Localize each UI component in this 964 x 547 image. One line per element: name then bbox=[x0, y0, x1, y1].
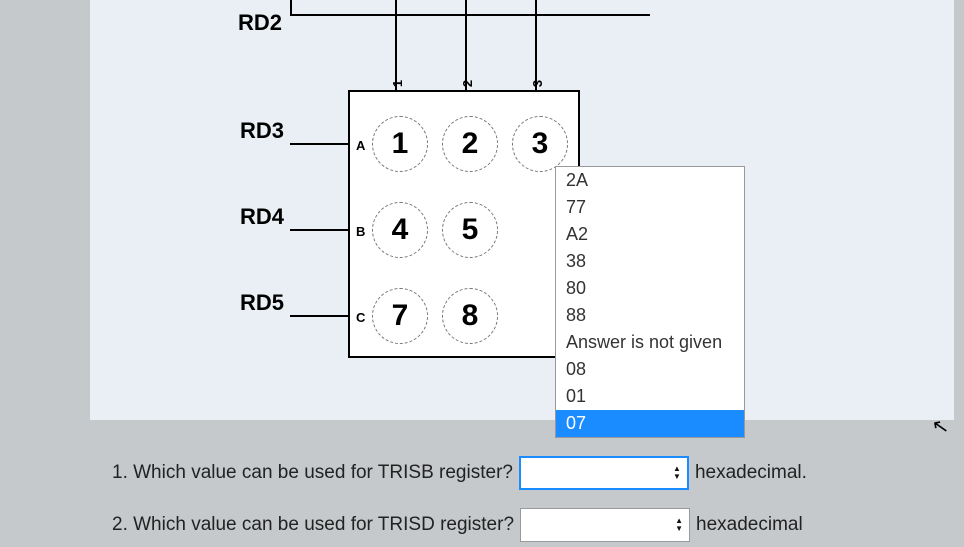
wire bbox=[290, 315, 348, 317]
dropdown-option[interactable]: 77 bbox=[556, 194, 744, 221]
answer-dropdown-list[interactable]: 2A 77 A2 38 80 88 Answer is not given 08… bbox=[555, 166, 745, 438]
stepper-icon: ▲▼ bbox=[673, 465, 681, 481]
dropdown-option[interactable]: 88 bbox=[556, 302, 744, 329]
wire bbox=[290, 143, 348, 145]
question-1-row: 1. Which value can be used for TRISB reg… bbox=[112, 456, 807, 490]
question-1-text: 1. Which value can be used for TRISB reg… bbox=[112, 462, 513, 484]
question-1-select[interactable]: ▲▼ bbox=[519, 456, 689, 490]
row-label-b: B bbox=[356, 224, 365, 239]
stepper-icon: ▲▼ bbox=[675, 517, 683, 533]
key-3: 3 bbox=[512, 116, 568, 172]
col-label-2: 2 bbox=[460, 80, 475, 87]
dropdown-option[interactable]: 08 bbox=[556, 356, 744, 383]
col-label-1: 1 bbox=[390, 80, 405, 87]
wire bbox=[290, 14, 650, 16]
key-2: 2 bbox=[442, 116, 498, 172]
question-2-row: 2. Which value can be used for TRISD reg… bbox=[112, 508, 803, 542]
pin-label-rd2: RD2 bbox=[238, 10, 282, 36]
wire bbox=[290, 229, 348, 231]
dropdown-option[interactable]: 01 bbox=[556, 383, 744, 410]
dropdown-option-highlighted[interactable]: 07 bbox=[556, 410, 744, 437]
dropdown-option[interactable]: 80 bbox=[556, 275, 744, 302]
key-8: 8 bbox=[442, 288, 498, 344]
keypad: 1 2 3 A B C 1 2 3 4 5 7 8 bbox=[348, 90, 580, 358]
question-2-unit: hexadecimal bbox=[696, 514, 803, 536]
cursor-icon: ↖ bbox=[930, 413, 951, 441]
dropdown-option[interactable]: A2 bbox=[556, 221, 744, 248]
key-5: 5 bbox=[442, 202, 498, 258]
dropdown-option[interactable]: 38 bbox=[556, 248, 744, 275]
wire bbox=[395, 0, 397, 90]
pin-label-rd5: RD5 bbox=[240, 290, 284, 316]
question-2-text: 2. Which value can be used for TRISD reg… bbox=[112, 514, 514, 536]
wire bbox=[465, 0, 467, 90]
key-1: 1 bbox=[372, 116, 428, 172]
key-7: 7 bbox=[372, 288, 428, 344]
question-2-select[interactable]: ▲▼ bbox=[520, 508, 690, 542]
question-1-unit: hexadecimal. bbox=[695, 462, 807, 484]
wire bbox=[290, 0, 292, 14]
pin-label-rd3: RD3 bbox=[240, 118, 284, 144]
content-area: RD2 RD3 RD4 RD5 1 2 3 A B C 1 2 3 4 5 7 … bbox=[0, 0, 964, 547]
row-label-c: C bbox=[356, 310, 365, 325]
wire bbox=[535, 0, 537, 90]
row-label-a: A bbox=[356, 138, 365, 153]
key-4: 4 bbox=[372, 202, 428, 258]
dropdown-option[interactable]: Answer is not given bbox=[556, 329, 744, 356]
col-label-3: 3 bbox=[530, 80, 545, 87]
pin-label-rd4: RD4 bbox=[240, 204, 284, 230]
dropdown-option[interactable]: 2A bbox=[556, 167, 744, 194]
